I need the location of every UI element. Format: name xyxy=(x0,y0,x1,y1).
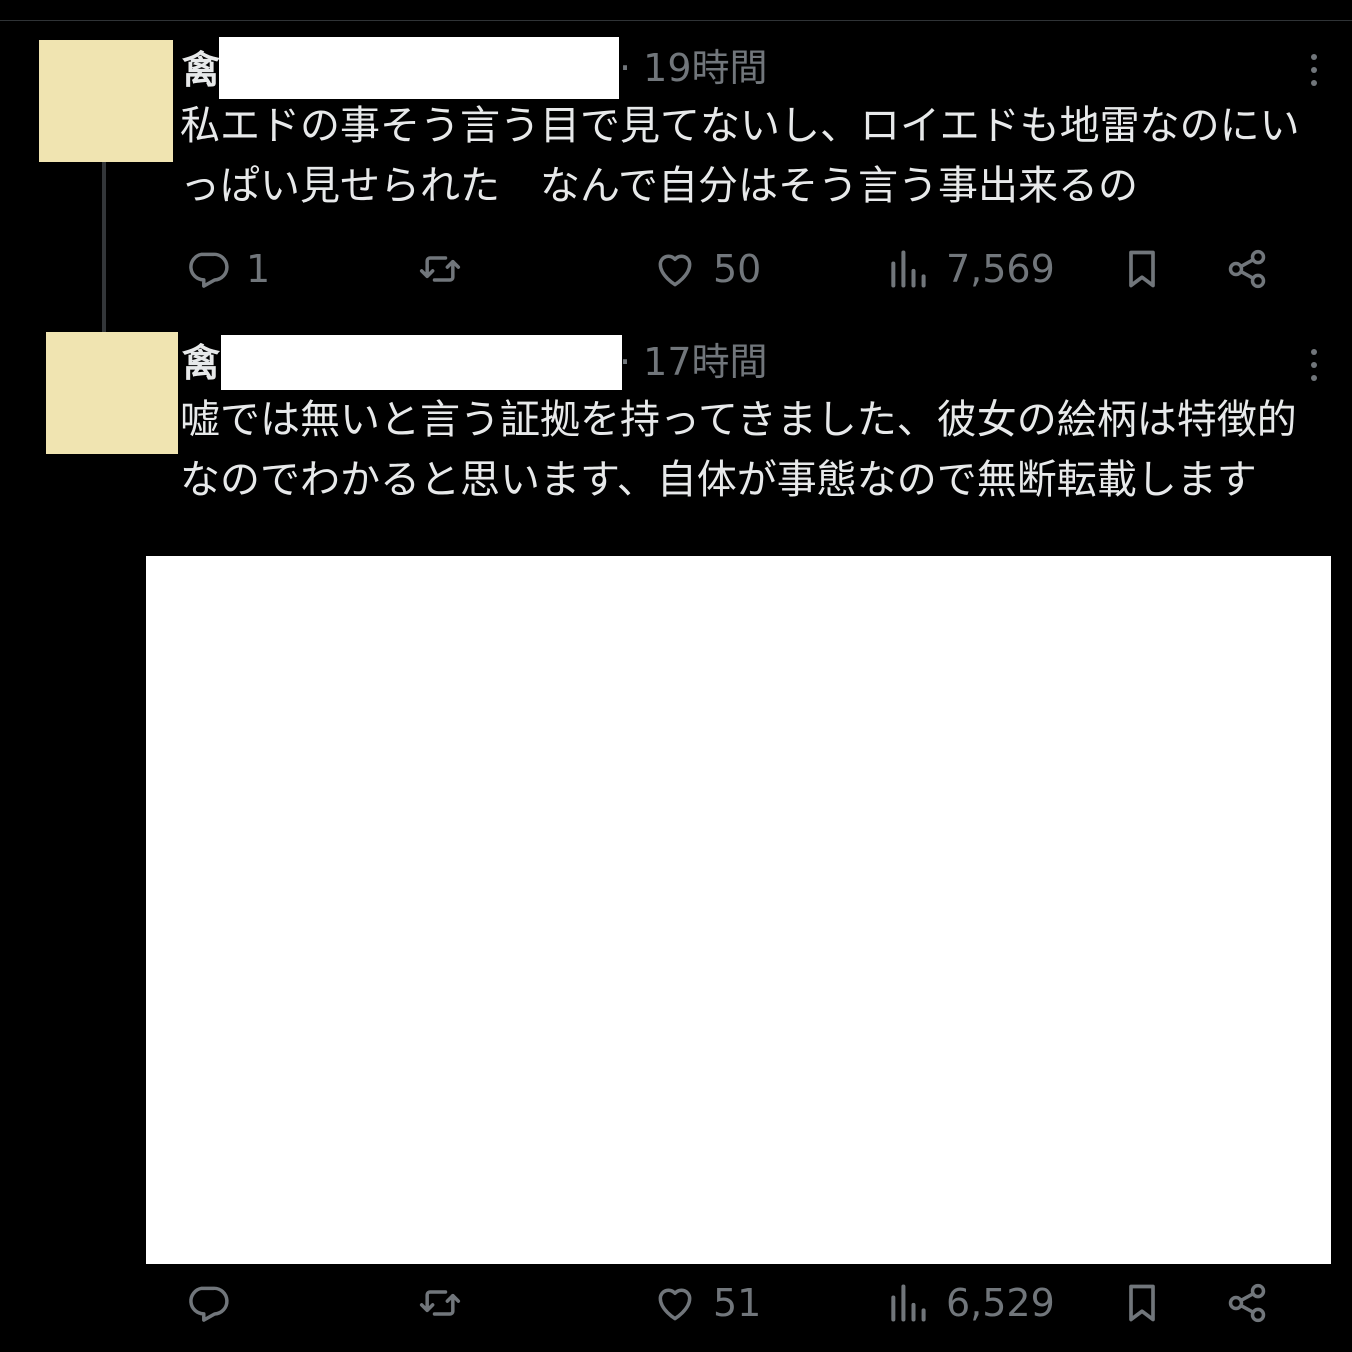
post-1-timestamp[interactable]: · 19時間 xyxy=(619,49,768,87)
share-icon xyxy=(1228,249,1266,289)
post-2-name-redaction xyxy=(221,335,622,390)
bookmark-icon xyxy=(1129,250,1155,288)
post-2-views-button[interactable]: 6,529 xyxy=(886,1278,1055,1328)
post-2-share-button[interactable] xyxy=(1225,1278,1269,1328)
bookmark-icon xyxy=(1129,1284,1155,1322)
post-2-text: 嘘では無いと言う証拠を持ってきました、彼女の絵柄は特徴的なのでわかると思います、… xyxy=(180,397,1297,503)
post-1-like-count: 50 xyxy=(713,247,762,291)
repost-icon xyxy=(419,1290,461,1316)
like-icon xyxy=(658,254,692,287)
post-1-repost-button[interactable] xyxy=(418,244,478,294)
post-1-author-name[interactable]: 禽 xyxy=(182,51,220,89)
thread-connector-line xyxy=(102,162,106,332)
post-2-reply-button[interactable] xyxy=(186,1278,246,1328)
repost-icon xyxy=(419,256,461,282)
post-2-timestamp[interactable]: · 17時間 xyxy=(619,343,768,381)
share-icon xyxy=(1228,1283,1266,1323)
post-2-like-button[interactable]: 51 xyxy=(653,1278,761,1328)
views-icon xyxy=(891,1284,926,1322)
post-1-like-button[interactable]: 50 xyxy=(653,244,761,294)
post-1-more-icon[interactable] xyxy=(1304,50,1324,90)
post-2-bookmark-button[interactable] xyxy=(1120,1278,1164,1328)
post-1-name-redaction xyxy=(219,37,619,99)
post-1-views-button[interactable]: 7,569 xyxy=(886,244,1055,294)
post-2-view-count: 6,529 xyxy=(946,1281,1055,1325)
post-1-avatar[interactable] xyxy=(39,40,173,162)
post-2-avatar[interactable] xyxy=(46,332,178,454)
post-2-author-name[interactable]: 禽 xyxy=(182,344,220,382)
reply-icon xyxy=(189,252,229,288)
post-2-more-icon[interactable] xyxy=(1304,345,1324,385)
post-2-attached-media[interactable] xyxy=(146,556,1331,1264)
reply-icon xyxy=(189,1286,229,1322)
post-1-reply-button[interactable]: 1 xyxy=(186,244,270,294)
post-1-view-count: 7,569 xyxy=(946,247,1055,291)
post-1-share-button[interactable] xyxy=(1225,244,1269,294)
post-2-like-count: 51 xyxy=(713,1281,762,1325)
views-icon xyxy=(891,250,926,288)
top-divider xyxy=(0,20,1352,21)
like-icon xyxy=(658,1288,692,1321)
post-1-bookmark-button[interactable] xyxy=(1120,244,1164,294)
post-1-reply-count: 1 xyxy=(246,247,271,291)
post-2-repost-button[interactable] xyxy=(418,1278,478,1328)
post-1-text: 私エドの事そう言う目で見てないし、ロイエドも地雷なのにいっぱい見せられた なんで… xyxy=(180,103,1300,209)
